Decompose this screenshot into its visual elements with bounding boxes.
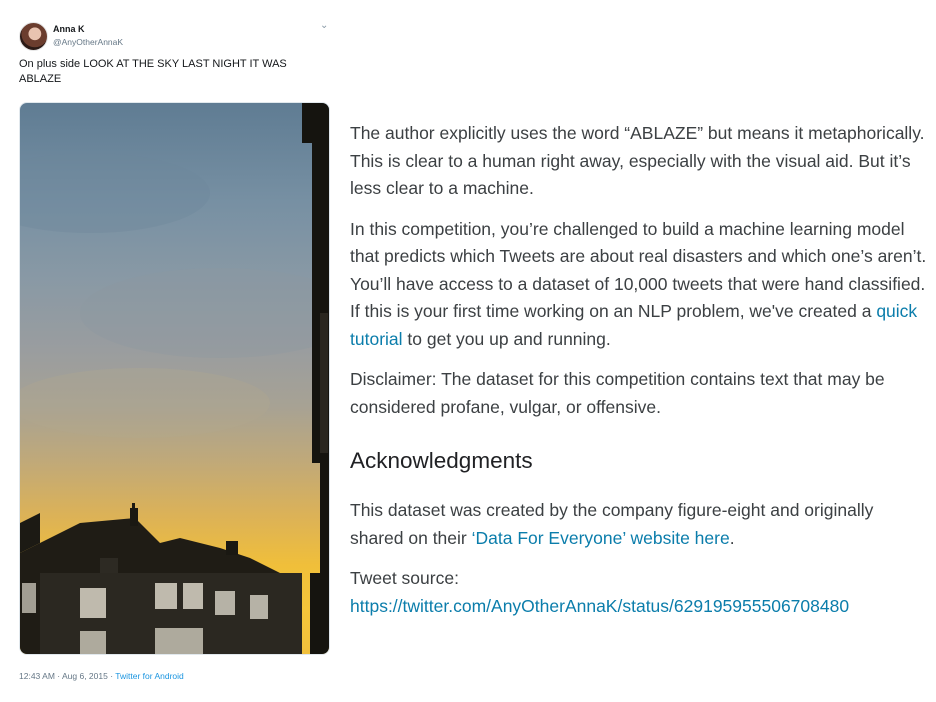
disclaimer-paragraph: Disclaimer: The dataset for this competi… (350, 369, 885, 417)
tweet-timestamp[interactable]: 12:43 AM · Aug 6, 2015 · (19, 671, 115, 681)
tweet-source-link[interactable]: Twitter for Android (115, 671, 184, 681)
competition-description: The author explicitly uses the word “ABL… (350, 120, 930, 633)
tweet-text: On plus side LOOK AT THE SKY LAST NIGHT … (19, 58, 287, 85)
description-paragraph: The author explicitly uses the word “ABL… (350, 123, 925, 198)
author-name[interactable]: Anna K (53, 24, 85, 34)
paragraph-text: . (729, 527, 735, 548)
description-paragraph: In this competition, you’re challenged t… (350, 216, 930, 354)
tweet-source-paragraph: Tweet source: https://twitter.com/AnyOthe… (350, 565, 930, 620)
tweet-source-label: Tweet source: (350, 568, 459, 588)
tweet-photo[interactable] (19, 102, 330, 655)
tweet-card: Anna K @AnyOtherAnnaK ⌄ On plus side LOO… (0, 0, 340, 702)
avatar[interactable] (19, 22, 48, 51)
paragraph-text: In this competition, you’re challenged t… (350, 218, 927, 322)
data-for-everyone-link[interactable]: ‘Data For Everyone’ website here (472, 528, 730, 548)
tweet-meta: 12:43 AM · Aug 6, 2015 · Twitter for And… (19, 671, 184, 681)
chevron-down-icon[interactable]: ⌄ (320, 20, 328, 31)
author-handle[interactable]: @AnyOtherAnnaK (53, 37, 123, 47)
acknowledgments-heading: Acknowledgments (350, 448, 533, 473)
tweet-source-url-link[interactable]: https://twitter.com/AnyOtherAnnaK/status… (350, 596, 849, 616)
sunset-image (20, 103, 329, 654)
acknowledgments-paragraph: This dataset was created by the company … (350, 497, 930, 552)
paragraph-text: to get you up and running. (402, 328, 611, 349)
